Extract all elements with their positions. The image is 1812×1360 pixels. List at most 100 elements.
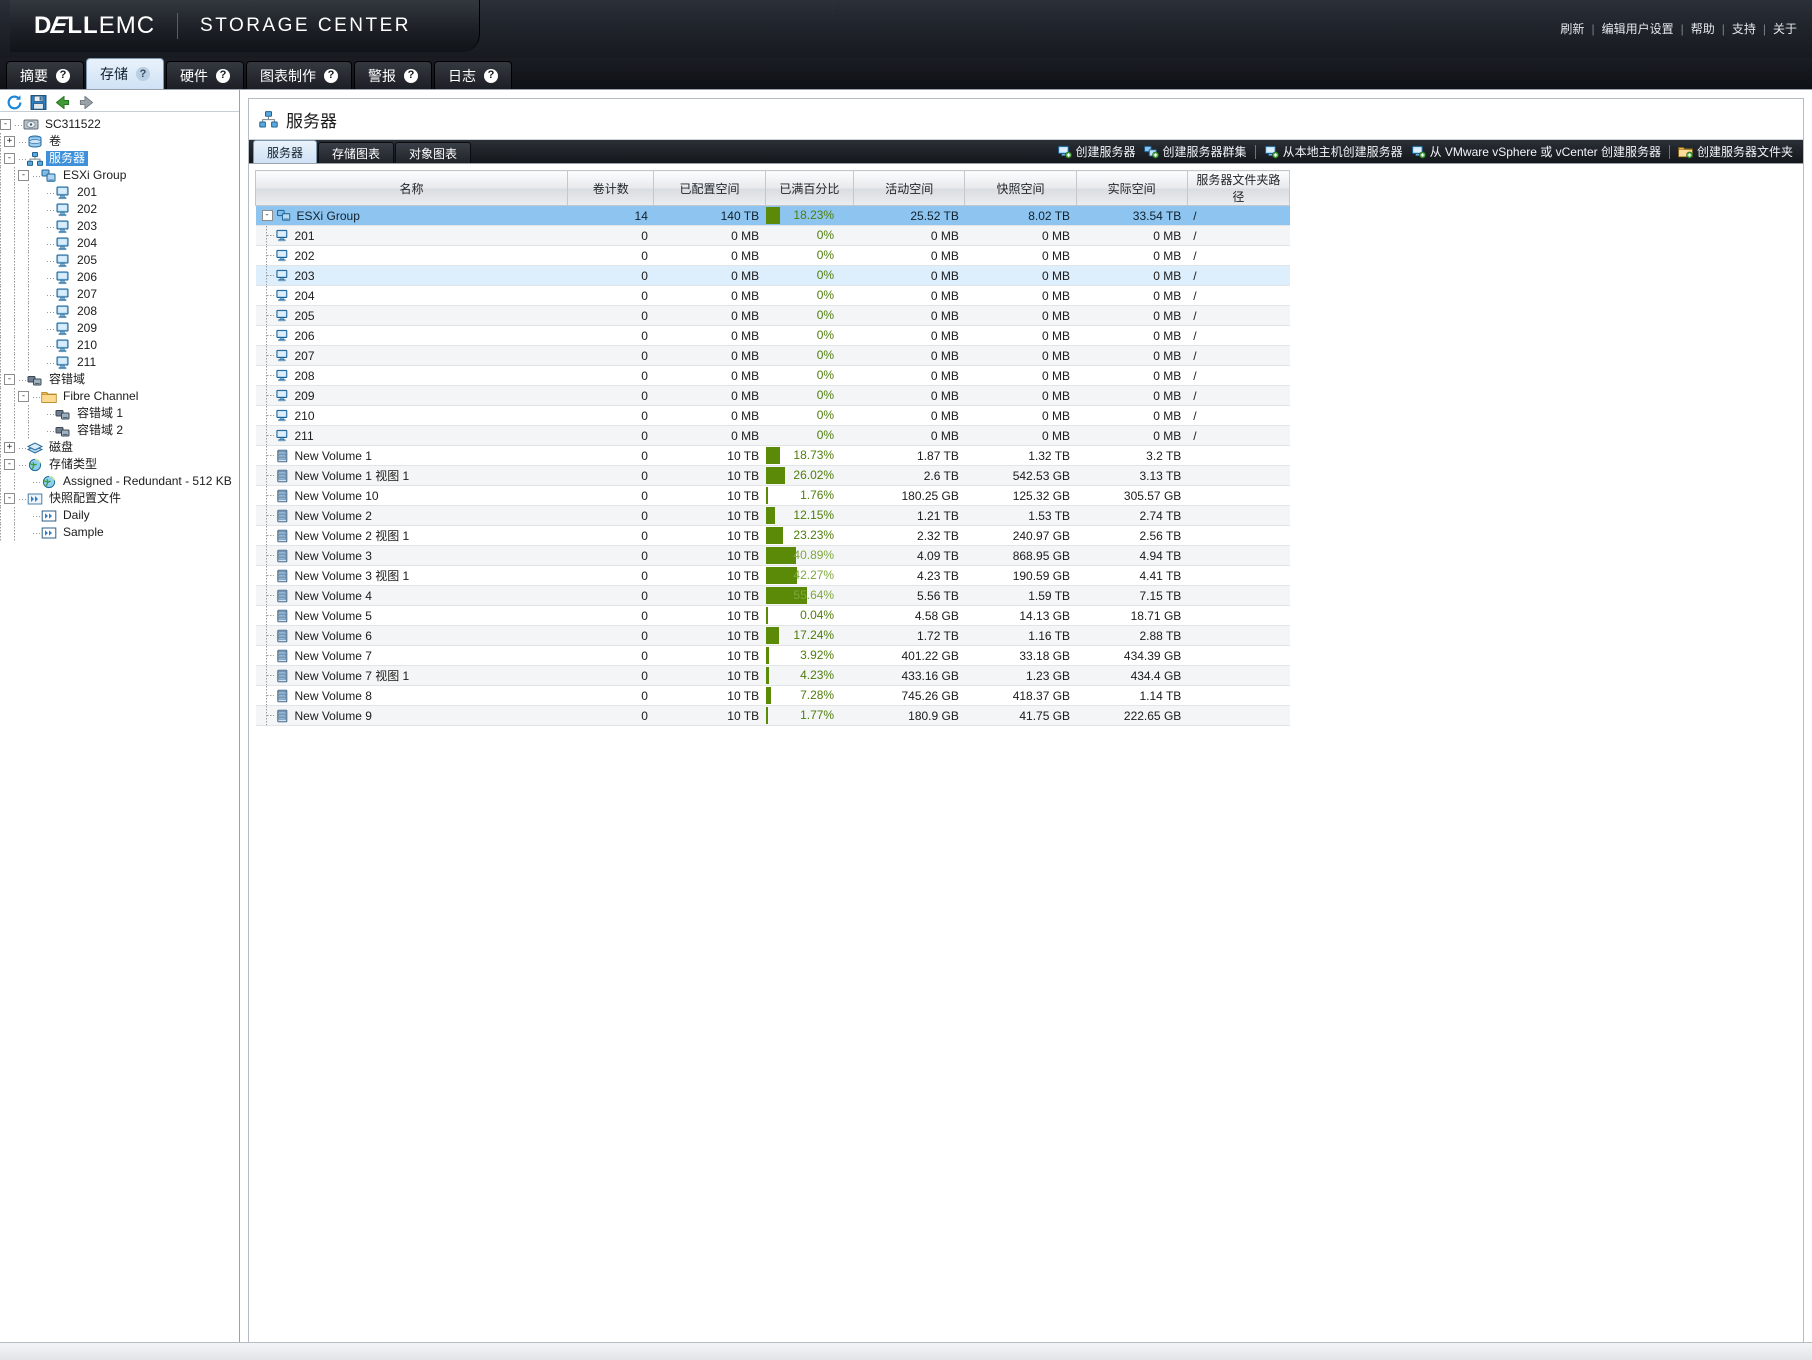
action-2[interactable]: 创建服务器群集 xyxy=(1140,142,1251,161)
table-body[interactable]: - ESXi Group 14 140 TB 18.23% 25.52 TB 8.02 TB… xyxy=(255,205,1290,726)
table-row[interactable]: 204 0 0 MB 0% 0 MB 0 MB 0 MB / xyxy=(255,285,1290,306)
table-row[interactable]: New Volume 3 0 10 TB 40.89% 4.09 TB 868.95 GB… xyxy=(255,545,1290,566)
tree-item-204[interactable]: 204 xyxy=(0,235,239,252)
tree-collapse-icon[interactable]: - xyxy=(18,170,29,181)
column-header-4[interactable]: 已满百分比 xyxy=(765,170,855,206)
tree-item-容错域-2[interactable]: 容错域 2 xyxy=(0,422,239,439)
tree-item-容错域-1[interactable]: 容错域 1 xyxy=(0,405,239,422)
table-row[interactable]: 206 0 0 MB 0% 0 MB 0 MB 0 MB / xyxy=(255,325,1290,346)
column-header-5[interactable]: 活动空间 xyxy=(853,170,966,206)
column-header-3[interactable]: 已配置空间 xyxy=(653,170,766,206)
table-row[interactable]: 211 0 0 MB 0% 0 MB 0 MB 0 MB / xyxy=(255,425,1290,446)
tree-collapse-icon[interactable]: - xyxy=(4,374,15,385)
table-row[interactable]: 208 0 0 MB 0% 0 MB 0 MB 0 MB / xyxy=(255,365,1290,386)
tree-item-容错域[interactable]: - 容错域 xyxy=(0,371,239,388)
help-icon[interactable]: ? xyxy=(216,68,230,83)
table-row[interactable]: New Volume 3 视图 1 0 10 TB 42.27% 4.23 TB 190.… xyxy=(255,565,1290,586)
header-link-support[interactable]: 支持 xyxy=(1725,20,1763,37)
header-link-edit-user-settings[interactable]: 编辑用户设置 xyxy=(1595,20,1681,37)
main-tab-4[interactable]: 图表制作? xyxy=(246,61,352,89)
main-tab-2[interactable]: 存储? xyxy=(86,58,164,89)
back-arrow-icon[interactable] xyxy=(54,94,71,111)
table-row[interactable]: New Volume 1 视图 1 0 10 TB 26.02% 2.6 TB 542.5… xyxy=(255,465,1290,486)
tree-item-205[interactable]: 205 xyxy=(0,252,239,269)
help-icon[interactable]: ? xyxy=(484,68,498,83)
tree-item-211[interactable]: 211 xyxy=(0,354,239,371)
tree-item-206[interactable]: 206 xyxy=(0,269,239,286)
table-row[interactable]: 209 0 0 MB 0% 0 MB 0 MB 0 MB / xyxy=(255,385,1290,406)
tree-item-快照配置文件[interactable]: - 快照配置文件 xyxy=(0,490,239,507)
table-row[interactable]: New Volume 2 视图 1 0 10 TB 23.23% 2.32 TB 240.… xyxy=(255,525,1290,546)
panel-tab-3[interactable]: 对象图表 xyxy=(395,142,472,163)
tree-item-服务器[interactable]: - 服务器 xyxy=(0,150,239,167)
header-link-help[interactable]: 帮助 xyxy=(1684,20,1722,37)
tree-item-209[interactable]: 209 xyxy=(0,320,239,337)
help-icon[interactable]: ? xyxy=(56,68,70,83)
header-link-about[interactable]: 关于 xyxy=(1766,20,1804,37)
tree-collapse-icon[interactable]: - xyxy=(4,153,15,164)
table-row[interactable]: New Volume 7 0 10 TB 3.92% 401.22 GB 33.18 GB… xyxy=(255,645,1290,666)
tree-item-卷[interactable]: + 卷 xyxy=(0,133,239,150)
main-tab-3[interactable]: 硬件? xyxy=(166,61,244,89)
tree-item-sc311522[interactable]: - SC311522 xyxy=(0,116,239,133)
tree-item-210[interactable]: 210 xyxy=(0,337,239,354)
table-row[interactable]: New Volume 1 0 10 TB 18.73% 1.87 TB 1.32 TB 3.… xyxy=(255,445,1290,466)
table-row[interactable]: 210 0 0 MB 0% 0 MB 0 MB 0 MB / xyxy=(255,405,1290,426)
tree-item-daily[interactable]: Daily xyxy=(0,507,239,524)
main-tab-6[interactable]: 日志? xyxy=(434,61,512,89)
tree-item-磁盘[interactable]: + 磁盘 xyxy=(0,439,239,456)
tree-item-203[interactable]: 203 xyxy=(0,218,239,235)
row-collapse-icon[interactable]: - xyxy=(261,210,273,221)
column-header-7[interactable]: 实际空间 xyxy=(1076,170,1188,206)
table-row[interactable]: 203 0 0 MB 0% 0 MB 0 MB 0 MB / xyxy=(255,265,1290,286)
tree-collapse-icon[interactable]: - xyxy=(4,459,15,470)
column-header-1[interactable]: 名称 xyxy=(254,170,569,206)
main-tab-5[interactable]: 警报? xyxy=(354,61,432,89)
panel-tab-1[interactable]: 服务器 xyxy=(253,140,318,163)
table-row[interactable]: 202 0 0 MB 0% 0 MB 0 MB 0 MB / xyxy=(255,245,1290,266)
column-header-2[interactable]: 卷计数 xyxy=(567,170,655,206)
tree-item-201[interactable]: 201 xyxy=(0,184,239,201)
table-row[interactable]: 201 0 0 MB 0% 0 MB 0 MB 0 MB / xyxy=(255,225,1290,246)
panel-tab-2[interactable]: 存储图表 xyxy=(318,142,395,163)
tree-item-存储类型[interactable]: - 存储类型 xyxy=(0,456,239,473)
help-icon[interactable]: ? xyxy=(404,68,418,83)
header-link-refresh[interactable]: 刷新 xyxy=(1553,20,1591,37)
action-4[interactable]: 从 VMware vSphere 或 vCenter 创建服务器 xyxy=(1407,142,1665,161)
help-icon[interactable]: ? xyxy=(324,68,338,83)
table-row[interactable]: New Volume 9 0 10 TB 1.77% 180.9 GB 41.75 GB 2… xyxy=(255,705,1290,726)
table-row[interactable]: New Volume 5 0 10 TB 0.04% 4.58 GB 14.13 GB 18… xyxy=(255,605,1290,626)
tree-item-207[interactable]: 207 xyxy=(0,286,239,303)
help-icon[interactable]: ? xyxy=(136,67,150,81)
table-row[interactable]: 205 0 0 MB 0% 0 MB 0 MB 0 MB / xyxy=(255,305,1290,326)
refresh-icon[interactable] xyxy=(6,94,23,111)
tree-item-sample[interactable]: Sample xyxy=(0,524,239,541)
action-5[interactable]: 创建服务器文件夹 xyxy=(1674,142,1797,161)
action-3[interactable]: 从本地主机创建服务器 xyxy=(1260,142,1407,161)
tree-expand-icon[interactable]: + xyxy=(4,136,15,147)
table-row[interactable]: 207 0 0 MB 0% 0 MB 0 MB 0 MB / xyxy=(255,345,1290,366)
tree-item-assigned---redundant---512-kb[interactable]: Assigned - Redundant - 512 KB xyxy=(0,473,239,490)
column-header-6[interactable]: 快照空间 xyxy=(964,170,1077,206)
column-header-8[interactable]: 服务器文件夹路径 xyxy=(1187,170,1291,206)
tree-item-esxi-group[interactable]: - ESXi Group xyxy=(0,167,239,184)
table-row[interactable]: New Volume 8 0 10 TB 7.28% 745.26 GB 418.37 G… xyxy=(255,685,1290,706)
tree-item-202[interactable]: 202 xyxy=(0,201,239,218)
forward-arrow-icon[interactable] xyxy=(78,94,95,111)
tree-item-208[interactable]: 208 xyxy=(0,303,239,320)
tree-collapse-icon[interactable]: - xyxy=(18,391,29,402)
table-row[interactable]: New Volume 7 视图 1 0 10 TB 4.23% 433.16 GB 1.2… xyxy=(255,665,1290,686)
table-row[interactable]: - ESXi Group 14 140 TB 18.23% 25.52 TB 8.02 TB… xyxy=(255,205,1290,226)
main-tab-1[interactable]: 摘要? xyxy=(6,61,84,89)
table-row[interactable]: New Volume 4 0 10 TB 55.64% 5.56 TB 1.59 TB 7.… xyxy=(255,585,1290,606)
tree-expand-icon[interactable]: + xyxy=(4,442,15,453)
table-row[interactable]: New Volume 10 0 10 TB 1.76% 180.25 GB 125.32 … xyxy=(255,485,1290,506)
table-row[interactable]: New Volume 2 0 10 TB 12.15% 1.21 TB 1.53 TB 2.… xyxy=(255,505,1290,526)
tree-item-fibre-channel[interactable]: - Fibre Channel xyxy=(0,388,239,405)
save-icon[interactable] xyxy=(30,94,47,111)
table-row[interactable]: New Volume 6 0 10 TB 17.24% 1.72 TB 1.16 TB 2.… xyxy=(255,625,1290,646)
tree-collapse-icon[interactable]: - xyxy=(0,119,11,130)
tree-collapse-icon[interactable]: - xyxy=(4,493,15,504)
navigation-tree[interactable]: - SC311522 + 卷 - 服务器 - ESXi Group 201 202 203 204 20… xyxy=(0,112,239,1345)
action-1[interactable]: 创建服务器 xyxy=(1053,142,1140,161)
